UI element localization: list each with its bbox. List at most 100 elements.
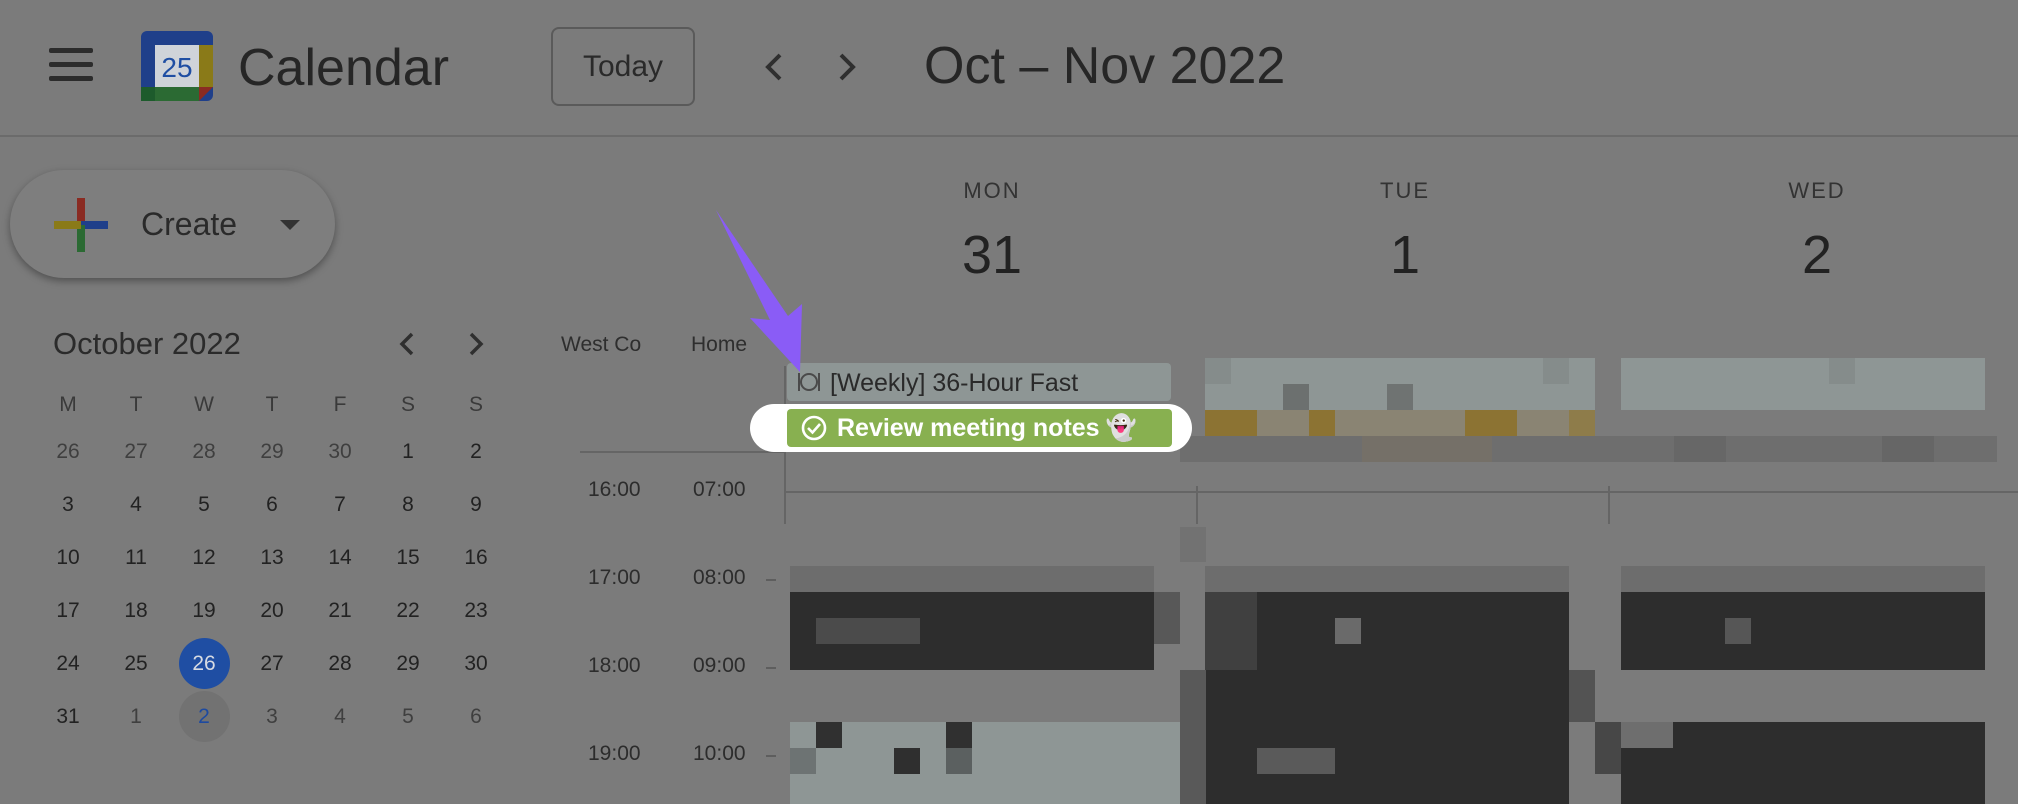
day-column-divider — [1608, 486, 1610, 524]
mini-calendar-day[interactable]: 1 — [374, 425, 442, 478]
mini-calendar-day[interactable]: 7 — [306, 478, 374, 531]
day-number-1[interactable]: 1 — [1305, 224, 1505, 286]
mini-calendar-day-number: 29 — [260, 440, 284, 463]
mini-calendar-day[interactable]: 18 — [102, 584, 170, 637]
mini-calendar-day[interactable]: 4 — [102, 478, 170, 531]
hour-label-primary: 19:00 — [588, 742, 641, 765]
mini-calendar-day-number: 28 — [192, 440, 216, 463]
mini-calendar-day-number: 30 — [328, 440, 352, 463]
all-day-divider — [580, 451, 785, 453]
task-review-meeting-notes[interactable]: Review meeting notes 👻 — [787, 409, 1172, 447]
mini-calendar-day[interactable]: 5 — [170, 478, 238, 531]
mini-calendar-day[interactable]: 11 — [102, 531, 170, 584]
mini-calendar-day[interactable]: 28 — [306, 637, 374, 690]
obscured-pixel — [816, 722, 842, 748]
main-menu-button[interactable] — [46, 48, 96, 88]
mini-calendar-day-number: 13 — [260, 546, 284, 569]
top-app-bar: 25 Calendar Today Oct – Nov 2022 — [0, 0, 2018, 137]
mini-calendar-day[interactable]: 13 — [238, 531, 306, 584]
mini-calendar-grid: M T W T F S S 26 27 28 29 30 1 2 3 4 5 6 7 8 9 10 11 12 13 14 15 16… — [34, 385, 510, 743]
day-column-divider — [1196, 486, 1198, 524]
previous-period-button[interactable] — [755, 47, 795, 87]
mini-calendar-day[interactable]: 2 — [170, 690, 238, 743]
obscured-pixel — [894, 748, 920, 774]
mini-calendar-day[interactable]: 8 — [374, 478, 442, 531]
obscured-event[interactable] — [1180, 436, 1997, 462]
obscured-event[interactable] — [1621, 592, 1985, 670]
event-weekly-36-hour-fast[interactable]: [Weekly] 36-Hour Fast — [787, 363, 1171, 401]
mini-calendar-day-number: 27 — [260, 652, 284, 675]
mini-calendar-day[interactable]: 29 — [374, 637, 442, 690]
mini-calendar-weekday: S — [468, 393, 483, 416]
mini-calendar-day[interactable]: 23 — [442, 584, 510, 637]
mini-calendar-day[interactable]: 14 — [306, 531, 374, 584]
mini-calendar-day[interactable]: 4 — [306, 690, 374, 743]
mini-calendar-weekday: M — [59, 393, 77, 416]
task-check-icon — [801, 415, 827, 441]
obscured-event[interactable] — [1621, 722, 1985, 804]
mini-calendar-day-number: 18 — [124, 599, 148, 622]
mini-calendar-day[interactable]: 17 — [34, 584, 102, 637]
obscured-pixel — [1205, 592, 1257, 670]
mini-calendar-day[interactable]: 6 — [238, 478, 306, 531]
hour-tick — [766, 667, 776, 669]
hour-line — [785, 491, 2018, 493]
mini-calendar-day-number: 26 — [192, 652, 216, 675]
mini-calendar-day[interactable]: 30 — [306, 425, 374, 478]
obscured-pixel — [1180, 670, 1206, 804]
mini-calendar-day-number: 6 — [266, 493, 278, 516]
mini-calendar-day[interactable]: 28 — [170, 425, 238, 478]
mini-calendar-day-number: 8 — [402, 493, 414, 516]
mini-calendar-day[interactable]: 12 — [170, 531, 238, 584]
mini-calendar-day[interactable]: 10 — [34, 531, 102, 584]
obscured-pixel — [790, 566, 1154, 592]
mini-calendar-day[interactable]: 15 — [374, 531, 442, 584]
mini-calendar-day[interactable]: 19 — [170, 584, 238, 637]
mini-calendar-day[interactable]: 2 — [442, 425, 510, 478]
mini-calendar-day[interactable]: 29 — [238, 425, 306, 478]
mini-calendar-day[interactable]: 25 — [102, 637, 170, 690]
mini-calendar-day[interactable]: 26 — [170, 637, 238, 690]
mini-calendar-day[interactable]: 27 — [238, 637, 306, 690]
create-button[interactable]: Create — [10, 170, 335, 278]
day-number-2[interactable]: 2 — [1717, 224, 1917, 286]
mini-calendar-day[interactable]: 21 — [306, 584, 374, 637]
obscured-event[interactable] — [1205, 410, 1595, 436]
mini-calendar-day[interactable]: 30 — [442, 637, 510, 690]
mini-calendar-day[interactable]: 9 — [442, 478, 510, 531]
mini-calendar-day[interactable]: 5 — [374, 690, 442, 743]
today-button[interactable]: Today — [551, 27, 695, 106]
day-number-31[interactable]: 31 — [892, 224, 1092, 286]
mini-calendar-next-button[interactable] — [457, 326, 493, 362]
mini-calendar-day-number: 27 — [124, 440, 148, 463]
obscured-event[interactable] — [790, 722, 1180, 804]
mini-calendar-day[interactable]: 6 — [442, 690, 510, 743]
mini-calendar-day[interactable]: 22 — [374, 584, 442, 637]
google-calendar-logo[interactable]: 25 — [141, 31, 213, 101]
obscured-event[interactable] — [1257, 592, 1569, 670]
mini-calendar-prev-button[interactable] — [390, 326, 426, 362]
hour-label-primary: 17:00 — [588, 566, 641, 589]
mini-calendar-day[interactable]: 27 — [102, 425, 170, 478]
mini-calendar-day[interactable]: 26 — [34, 425, 102, 478]
obscured-pixel — [1205, 566, 1569, 592]
mini-calendar-day[interactable]: 31 — [34, 690, 102, 743]
mini-calendar-day[interactable]: 24 — [34, 637, 102, 690]
mini-calendar-day-number: 31 — [56, 705, 80, 728]
mini-calendar-day-number: 25 — [124, 652, 148, 675]
mini-calendar-day[interactable]: 3 — [34, 478, 102, 531]
obscured-pixel — [816, 618, 920, 644]
plus-icon — [54, 198, 108, 252]
next-period-button[interactable] — [826, 47, 866, 87]
obscured-event[interactable] — [1205, 670, 1569, 804]
mini-calendar-day[interactable]: 3 — [238, 690, 306, 743]
obscured-pixel — [1335, 618, 1361, 644]
obscured-all-day-event[interactable] — [1621, 358, 1985, 410]
obscured-pixel — [1180, 527, 1206, 562]
mini-calendar-day[interactable]: 16 — [442, 531, 510, 584]
mini-calendar-day-number: 1 — [402, 440, 414, 463]
day-header-tue: TUE — [1380, 178, 1430, 203]
mini-calendar-day[interactable]: 20 — [238, 584, 306, 637]
mini-calendar-day-number: 5 — [198, 493, 210, 516]
mini-calendar-day[interactable]: 1 — [102, 690, 170, 743]
